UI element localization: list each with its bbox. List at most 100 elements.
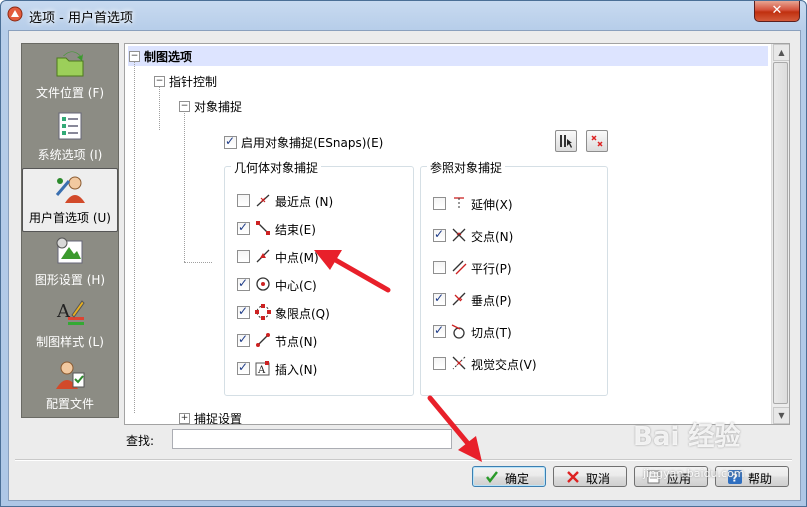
- snap-checkbox-center[interactable]: [237, 276, 250, 291]
- snap-checkbox-nearest[interactable]: [237, 194, 250, 207]
- tree-connector: [134, 58, 135, 413]
- sidebar-item-file-locations[interactable]: 文件位置 (F): [22, 44, 118, 106]
- ok-button-label: 确定: [505, 472, 530, 486]
- enable-snap-label: 启用对象捕捉(ESnaps)(E): [241, 136, 384, 150]
- tree-node-pointer-control[interactable]: 指针控制: [169, 73, 217, 90]
- group-title: 参照对象捕捉: [427, 159, 506, 176]
- intersection-icon: [452, 228, 466, 242]
- sidebar-item-label: 配置文件: [45, 397, 94, 411]
- sidebar-item-system-options[interactable]: 系统选项 (I): [22, 106, 118, 168]
- sidebar-item-label: 用户首选项 (U): [29, 211, 111, 225]
- cancel-button-label: 取消: [586, 472, 611, 486]
- clear-all-snaps-button[interactable]: [586, 130, 608, 152]
- checkmark-icon: [486, 471, 498, 483]
- select-all-icon: [560, 135, 572, 148]
- tree-connector: [184, 262, 212, 263]
- user-settings-icon: [55, 176, 85, 203]
- select-all-snaps-button[interactable]: [555, 130, 577, 152]
- help-button-label: 帮助: [748, 472, 773, 486]
- nearest-icon: [256, 194, 270, 207]
- tree-connector: [184, 108, 185, 262]
- graphics-settings-icon: [56, 237, 83, 264]
- sidebar-item-label: 制图样式 (L): [36, 335, 104, 349]
- snap-checkbox-apparent-intersection[interactable]: [433, 357, 446, 370]
- tangent-icon: [451, 324, 465, 339]
- sidebar-item-label: 系统选项 (I): [37, 148, 103, 162]
- vertical-scrollbar[interactable]: ▲ ▼: [771, 44, 789, 424]
- snap-label: 最近点 (N): [275, 195, 334, 209]
- sidebar-item-profile[interactable]: 配置文件: [22, 355, 118, 417]
- cross-icon: [567, 471, 579, 483]
- watermark-logo: Bai 经验: [633, 422, 741, 452]
- collapse-toggle[interactable]: −: [129, 51, 140, 62]
- node-icon: [256, 333, 270, 347]
- snap-label: 节点(N): [275, 335, 318, 349]
- snap-label: 垂点(P): [471, 294, 512, 308]
- scroll-up-button[interactable]: ▲: [773, 44, 789, 61]
- snap-label: 切点(T): [471, 326, 512, 340]
- snap-label: 插入(N): [275, 363, 318, 377]
- snap-checkbox-perpendicular[interactable]: [433, 291, 446, 306]
- sidebar-item-graphics-settings[interactable]: 图形设置 (H): [22, 231, 118, 293]
- tree-node-snap-settings[interactable]: 捕捉设置: [194, 410, 242, 424]
- tree-node-drafting-options[interactable]: 制图选项: [144, 48, 192, 65]
- tree-root-row[interactable]: [128, 46, 768, 66]
- options-dialog: 选项 - 用户首选项 ✕ 文件位置 (F) 系统选项 (I) 用户首选项 (U)…: [0, 0, 807, 507]
- quadrant-icon: [255, 304, 271, 320]
- search-input[interactable]: [172, 429, 452, 449]
- checklist-icon: [58, 112, 82, 140]
- snap-checkbox-intersection[interactable]: [433, 227, 446, 242]
- snap-checkbox-endpoint[interactable]: [237, 220, 250, 235]
- perpendicular-icon: [452, 292, 466, 306]
- snap-checkbox-midpoint[interactable]: [237, 250, 250, 263]
- app-icon: [7, 6, 23, 22]
- midpoint-icon: [256, 249, 270, 263]
- settings-tree: − 制图选项 − 指针控制 − 对象捕捉 启用对象捕捉(ESnaps)(E): [124, 43, 790, 425]
- apparent-intersection-icon: [452, 356, 466, 370]
- options-sidebar: 文件位置 (F) 系统选项 (I) 用户首选项 (U) 图形设置 (H) A 制…: [21, 43, 119, 418]
- snap-label: 象限点(Q): [275, 307, 330, 321]
- clear-all-icon: [591, 135, 603, 147]
- footer-divider: [15, 459, 792, 461]
- reference-snap-group: 参照对象捕捉 延伸(X) 交点(N) 平行(P) 垂点(P) 切点(T) 视: [420, 159, 608, 396]
- center-icon: [256, 277, 270, 291]
- collapse-toggle[interactable]: −: [179, 101, 190, 112]
- sidebar-item-drafting-style[interactable]: A 制图样式 (L): [22, 293, 118, 355]
- drafting-style-icon: A: [56, 300, 85, 325]
- parallel-icon: [452, 260, 467, 275]
- snap-label: 交点(N): [471, 230, 514, 244]
- profile-icon: [56, 361, 85, 389]
- extension-icon: [454, 197, 464, 210]
- tree-connector: [159, 84, 160, 130]
- snap-label: 中心(C): [275, 279, 317, 293]
- snap-label: 中点(M): [275, 251, 319, 265]
- snap-checkbox-insert[interactable]: [237, 360, 250, 375]
- geometric-snap-group: 几何体对象捕捉 最近点 (N) 结束(E) 中点(M) 中心(C) 象限点(Q): [224, 159, 414, 396]
- snap-checkbox-extension[interactable]: [433, 197, 446, 210]
- expand-toggle[interactable]: +: [179, 413, 190, 424]
- collapse-toggle[interactable]: −: [154, 76, 165, 87]
- scroll-thumb[interactable]: [773, 62, 788, 404]
- window-title: 选项 - 用户首选项: [29, 11, 133, 26]
- snap-label: 结束(E): [275, 223, 316, 237]
- svg-text:A: A: [257, 365, 266, 376]
- enable-snap-checkbox[interactable]: [224, 134, 237, 149]
- scroll-down-button[interactable]: ▼: [773, 407, 789, 424]
- sidebar-item-label: 文件位置 (F): [35, 86, 105, 100]
- watermark-url: jingyan.baidu.com: [643, 467, 745, 480]
- sidebar-item-label: 图形设置 (H): [34, 273, 106, 287]
- sidebar-item-user-preferences[interactable]: 用户首选项 (U): [22, 168, 118, 232]
- cancel-button[interactable]: 取消: [553, 466, 627, 487]
- snap-checkbox-quadrant[interactable]: [237, 304, 250, 319]
- snap-label: 延伸(X): [471, 198, 513, 212]
- group-title: 几何体对象捕捉: [231, 159, 322, 176]
- snap-checkbox-tangent[interactable]: [433, 323, 446, 338]
- ok-button[interactable]: 确定: [472, 466, 546, 487]
- folder-arrow-icon: [56, 51, 84, 77]
- tree-node-object-snap[interactable]: 对象捕捉: [194, 98, 242, 115]
- close-button[interactable]: ✕: [754, 1, 800, 22]
- snap-checkbox-node[interactable]: [237, 332, 250, 347]
- endpoint-icon: [256, 221, 270, 235]
- snap-checkbox-parallel[interactable]: [433, 261, 446, 274]
- title-bar[interactable]: 选项 - 用户首选项 ✕: [1, 1, 806, 29]
